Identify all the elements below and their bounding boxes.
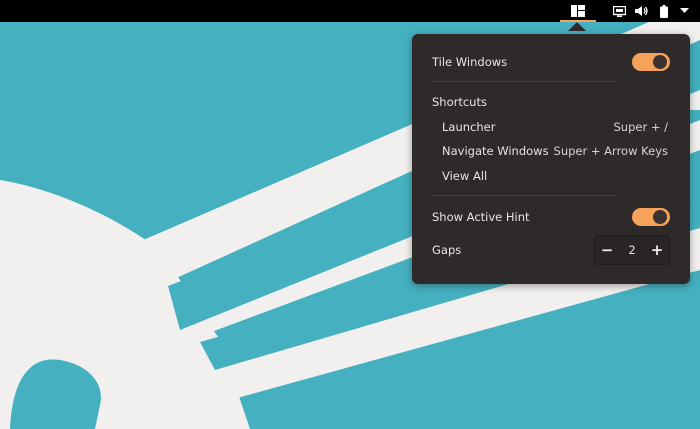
tile-windows-icon <box>571 2 585 21</box>
battery-icon[interactable] <box>656 0 672 22</box>
tiling-menu: Tile Windows Shortcuts Launcher Super + … <box>412 34 690 284</box>
shortcuts-heading-row: Shortcuts <box>432 93 670 111</box>
shortcut-label: View All <box>442 169 488 183</box>
gaps-value[interactable]: 2 <box>619 243 645 257</box>
gaps-increase-button[interactable]: + <box>645 236 669 264</box>
top-panel <box>0 0 700 22</box>
gaps-stepper[interactable]: − 2 + <box>594 235 670 265</box>
gaps-label: Gaps <box>432 243 462 257</box>
shortcut-accelerator: Super + / <box>613 120 668 134</box>
tile-windows-toggle[interactable] <box>632 53 670 71</box>
popover-pointer <box>568 22 586 31</box>
shortcuts-heading: Shortcuts <box>432 95 487 109</box>
shortcut-label: Launcher <box>442 120 496 134</box>
show-active-hint-toggle[interactable] <box>632 208 670 226</box>
menu-arrow-icon[interactable] <box>676 0 692 22</box>
shortcut-label: Navigate Windows <box>442 144 549 158</box>
tile-windows-row[interactable]: Tile Windows <box>432 52 670 72</box>
gaps-decrease-button[interactable]: − <box>595 236 619 264</box>
tile-windows-indicator[interactable] <box>558 0 598 22</box>
toggle-knob <box>653 55 667 69</box>
display-icon[interactable] <box>610 0 628 22</box>
separator <box>432 195 616 196</box>
tile-windows-label: Tile Windows <box>432 55 508 69</box>
shortcut-item-launcher[interactable]: Launcher Super + / <box>442 118 668 136</box>
show-active-hint-label: Show Active Hint <box>432 210 530 224</box>
separator <box>432 81 616 82</box>
show-active-hint-row[interactable]: Show Active Hint <box>432 207 670 227</box>
shortcut-item-navigate-windows[interactable]: Navigate Windows Super + Arrow Keys <box>442 142 668 160</box>
toggle-knob <box>653 210 667 224</box>
gaps-row: Gaps − 2 + <box>432 235 670 265</box>
shortcut-accelerator: Super + Arrow Keys <box>553 144 668 158</box>
shortcut-item-view-all[interactable]: View All <box>442 167 668 185</box>
volume-icon[interactable] <box>633 0 651 22</box>
